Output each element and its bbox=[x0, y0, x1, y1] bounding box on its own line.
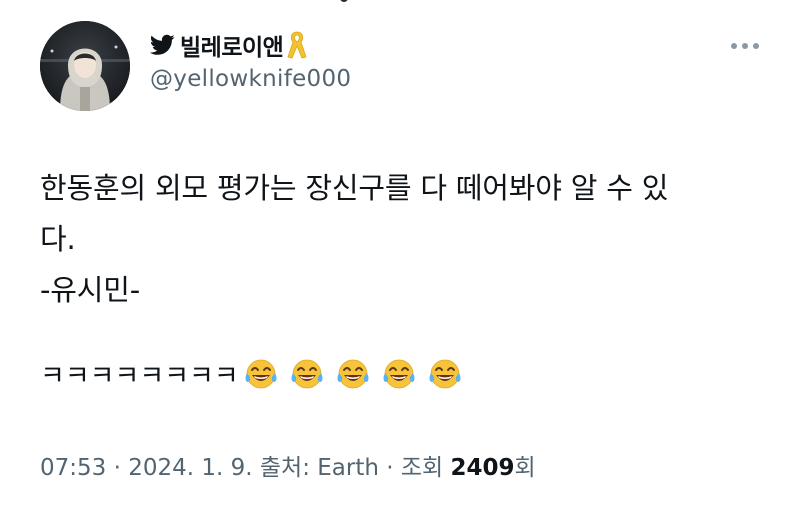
tweet-text: 한동훈의 외모 평가는 장신구를 다 떼어봐야 알 수 있 다. -유시민- bbox=[40, 163, 760, 316]
user-handle[interactable]: @yellowknife000 bbox=[150, 66, 351, 92]
tears-of-joy-emoji-icon bbox=[245, 359, 277, 389]
more-dots-icon[interactable] bbox=[731, 43, 759, 49]
name-row: 빌레로이앤 bbox=[150, 28, 351, 62]
avatar[interactable] bbox=[40, 21, 130, 111]
twitter-bird-icon bbox=[150, 34, 175, 55]
tweet-meta: 07:53 · 2024. 1. 9. 출처: Earth · 조회 2409회 bbox=[40, 448, 536, 482]
view-count: 2409 bbox=[450, 455, 515, 481]
tears-of-joy-emoji-icon bbox=[291, 359, 323, 389]
display-name[interactable]: 빌레로이앤 bbox=[180, 28, 284, 62]
emoji-row bbox=[243, 355, 473, 391]
view-suffix: 회 bbox=[514, 455, 536, 481]
previous-content-fragment bbox=[0, 0, 800, 10]
laugh-line: ㅋㅋㅋㅋㅋㅋㅋㅋ bbox=[40, 350, 473, 396]
bottom-edge bbox=[0, 503, 800, 511]
tweet-card: 빌레로이앤 @yellowknife000 한동훈의 외모 평가는 장신구를 다… bbox=[0, 0, 800, 511]
tweet-header: 빌레로이앤 @yellowknife000 bbox=[150, 28, 351, 92]
laugh-text: ㅋㅋㅋㅋㅋㅋㅋㅋ bbox=[40, 360, 239, 392]
tears-of-joy-emoji-icon bbox=[429, 359, 461, 389]
yellow-ribbon-icon bbox=[287, 31, 307, 59]
tears-of-joy-emoji-icon bbox=[337, 359, 369, 389]
tweet-text-line: -유시민- bbox=[40, 273, 140, 307]
tweet-text-line: 한동훈의 외모 평가는 장신구를 다 떼어봐야 알 수 있 bbox=[40, 171, 669, 205]
timestamp-source[interactable]: 07:53 · 2024. 1. 9. 출처: Earth · 조회 bbox=[40, 455, 451, 481]
tweet-text-line: 다. bbox=[40, 222, 76, 256]
tears-of-joy-emoji-icon bbox=[383, 359, 415, 389]
